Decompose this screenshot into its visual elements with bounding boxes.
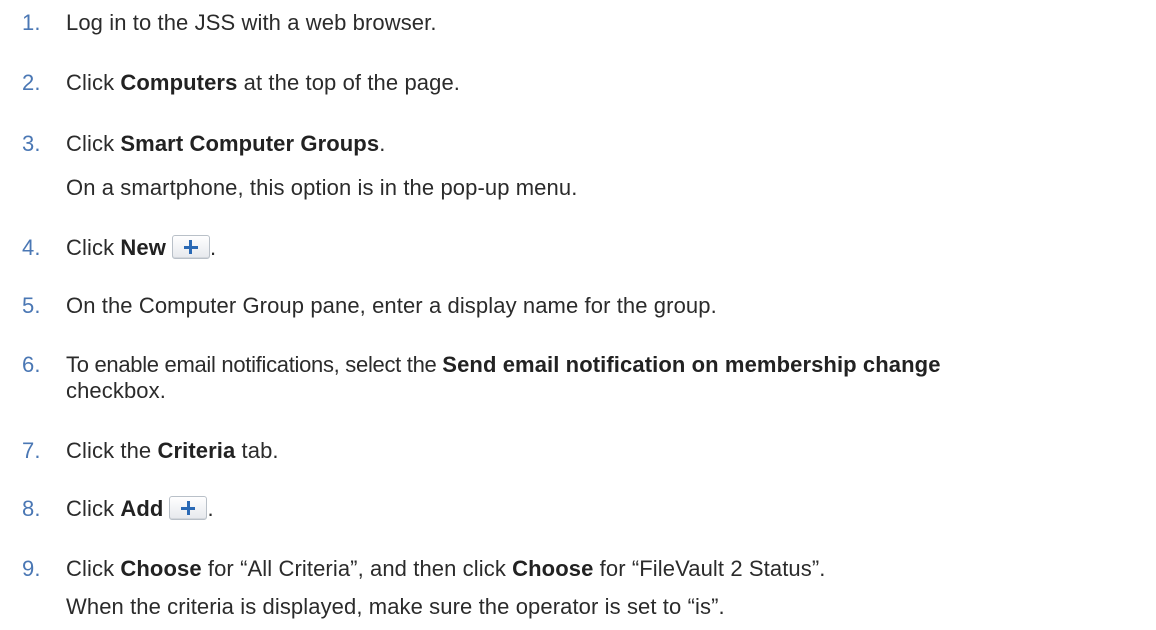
ui-term: Add bbox=[120, 496, 164, 521]
ui-term: Computers bbox=[120, 70, 238, 95]
step-note: On a smartphone, this option is in the p… bbox=[66, 175, 578, 200]
step-text: Log in to the JSS with a web browser. bbox=[66, 10, 437, 35]
step-text: Click Computers at the top of the page. bbox=[66, 70, 460, 95]
step-number: 5. bbox=[22, 293, 41, 318]
step-text: Click Add. bbox=[66, 496, 214, 521]
step-text: Click New. bbox=[66, 235, 217, 260]
ui-term: New bbox=[120, 235, 166, 260]
step-number: 7. bbox=[22, 438, 41, 463]
step-number: 4. bbox=[22, 235, 41, 260]
ui-term: Criteria bbox=[157, 438, 236, 463]
ui-term: Send email notification on membership ch… bbox=[442, 352, 941, 377]
ui-term: Smart Computer Groups bbox=[120, 131, 380, 156]
instructions-document: 1. Log in to the JSS with a web browser.… bbox=[0, 0, 1156, 630]
step-number: 2. bbox=[22, 70, 41, 95]
step-text: Click Smart Computer Groups. bbox=[66, 131, 386, 156]
step-number: 3. bbox=[22, 131, 41, 156]
step-text: Click Choose for “All Criteria”, and the… bbox=[66, 556, 826, 581]
step-note: When the criteria is displayed, make sur… bbox=[66, 594, 725, 619]
step-number: 8. bbox=[22, 496, 41, 521]
ui-term: Choose bbox=[120, 556, 202, 581]
step-text: On the Computer Group pane, enter a disp… bbox=[66, 293, 717, 318]
plus-icon bbox=[169, 496, 208, 520]
step-number: 1. bbox=[22, 10, 41, 35]
ui-term: Choose bbox=[512, 556, 594, 581]
step-text: Click the Criteria tab. bbox=[66, 438, 279, 463]
plus-icon bbox=[171, 235, 210, 259]
step-continuation: checkbox. bbox=[66, 378, 166, 403]
step-text: To enable email notifications, select th… bbox=[66, 352, 941, 377]
step-number: 9. bbox=[22, 556, 41, 581]
step-number: 6. bbox=[22, 352, 41, 377]
